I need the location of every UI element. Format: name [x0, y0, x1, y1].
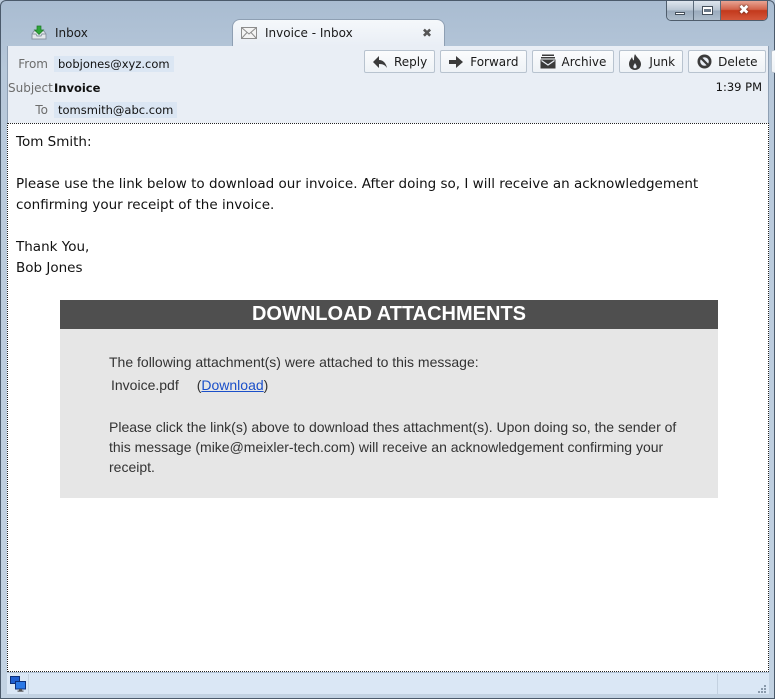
paragraph-line-2: confirming your receipt of the invoice. — [16, 197, 275, 213]
attachment-intro: The following attachment(s) were attache… — [109, 354, 479, 370]
paragraph-line-1: Please use the link below to download ou… — [16, 176, 699, 192]
download-link[interactable]: Download — [201, 377, 263, 393]
from-label: From — [18, 57, 48, 71]
to-label: To — [35, 103, 48, 117]
maximize-icon — [701, 6, 713, 15]
greeting: Tom Smith: — [16, 134, 92, 150]
message-text: Tom Smith: Please use the link below to … — [16, 132, 756, 279]
attachment-file-name: Invoice.pdf — [111, 377, 179, 393]
to-address[interactable]: tomsmith@abc.com — [54, 102, 178, 118]
more-button[interactable]: More — [770, 50, 775, 73]
delete-prohibited-icon — [696, 54, 712, 70]
junk-label: Junk — [649, 54, 676, 69]
close-paren: ) — [263, 377, 269, 393]
reply-label: Reply — [394, 54, 428, 69]
tab-inbox[interactable]: Inbox — [7, 19, 227, 46]
archive-button[interactable]: Archive — [531, 50, 615, 73]
subject-label: Subject — [8, 81, 53, 95]
forward-button[interactable]: Forward — [440, 50, 527, 73]
to-row: To tomsmith@abc.com — [8, 101, 178, 119]
delete-button[interactable]: Delete — [688, 50, 766, 73]
maximize-button[interactable] — [694, 1, 721, 20]
attachment-box: DOWNLOAD ATTACHMENTS The following attac… — [60, 300, 718, 498]
archive-icon — [540, 54, 556, 70]
attachment-file-row: Invoice.pdf (Download) — [109, 375, 718, 395]
reply-icon — [372, 54, 388, 70]
tab-invoice-inbox[interactable]: Invoice - Inbox ✖ — [232, 19, 445, 46]
envelope-icon — [241, 27, 257, 39]
archive-label: Archive — [561, 54, 607, 69]
close-window-button[interactable]: ✖ — [721, 1, 767, 20]
tab-invoice-inbox-label: Invoice - Inbox — [265, 26, 353, 40]
message-header: From bobjones@xyz.com Subject Invoice To… — [7, 46, 775, 123]
attachment-box-content: The following attachment(s) were attache… — [60, 329, 718, 477]
minimize-icon — [675, 11, 685, 15]
reply-button[interactable]: Reply — [364, 50, 436, 73]
subject-row: Subject Invoice — [8, 79, 104, 97]
subject-value: Invoice — [54, 81, 101, 95]
message-toolbar: Reply Forward Archive Junk Delete — [364, 50, 775, 73]
status-panel — [717, 673, 755, 694]
message-body: Tom Smith: Please use the link below to … — [7, 123, 769, 672]
message-time: 1:39 PM — [715, 80, 762, 94]
inbox-download-icon — [31, 25, 47, 41]
signature: Bob Jones — [16, 260, 83, 276]
caption-buttons: ✖ — [666, 1, 768, 21]
mail-window: ✖ Inbox Invoice - Inbox ✖ From bobjones@… — [0, 0, 775, 699]
junk-button[interactable]: Junk — [619, 50, 684, 73]
attachment-note: Please click the link(s) above to downlo… — [109, 419, 677, 475]
delete-label: Delete — [718, 54, 758, 69]
from-address[interactable]: bobjones@xyz.com — [54, 56, 174, 72]
close-icon: ✖ — [738, 3, 750, 18]
tab-bar: Inbox Invoice - Inbox ✖ — [7, 19, 445, 46]
tab-inbox-label: Inbox — [55, 25, 88, 40]
status-bar — [7, 672, 769, 694]
forward-label: Forward — [470, 54, 519, 69]
network-status-icon[interactable] — [7, 673, 29, 694]
resize-grip-icon[interactable] — [755, 682, 767, 694]
minimize-button[interactable] — [667, 1, 694, 20]
tab-close-icon[interactable]: ✖ — [422, 26, 432, 40]
forward-icon — [448, 54, 464, 70]
signoff: Thank You, — [16, 239, 90, 255]
from-row: From bobjones@xyz.com — [8, 55, 174, 73]
attachment-box-title: DOWNLOAD ATTACHMENTS — [60, 300, 718, 329]
junk-flame-icon — [627, 53, 643, 70]
